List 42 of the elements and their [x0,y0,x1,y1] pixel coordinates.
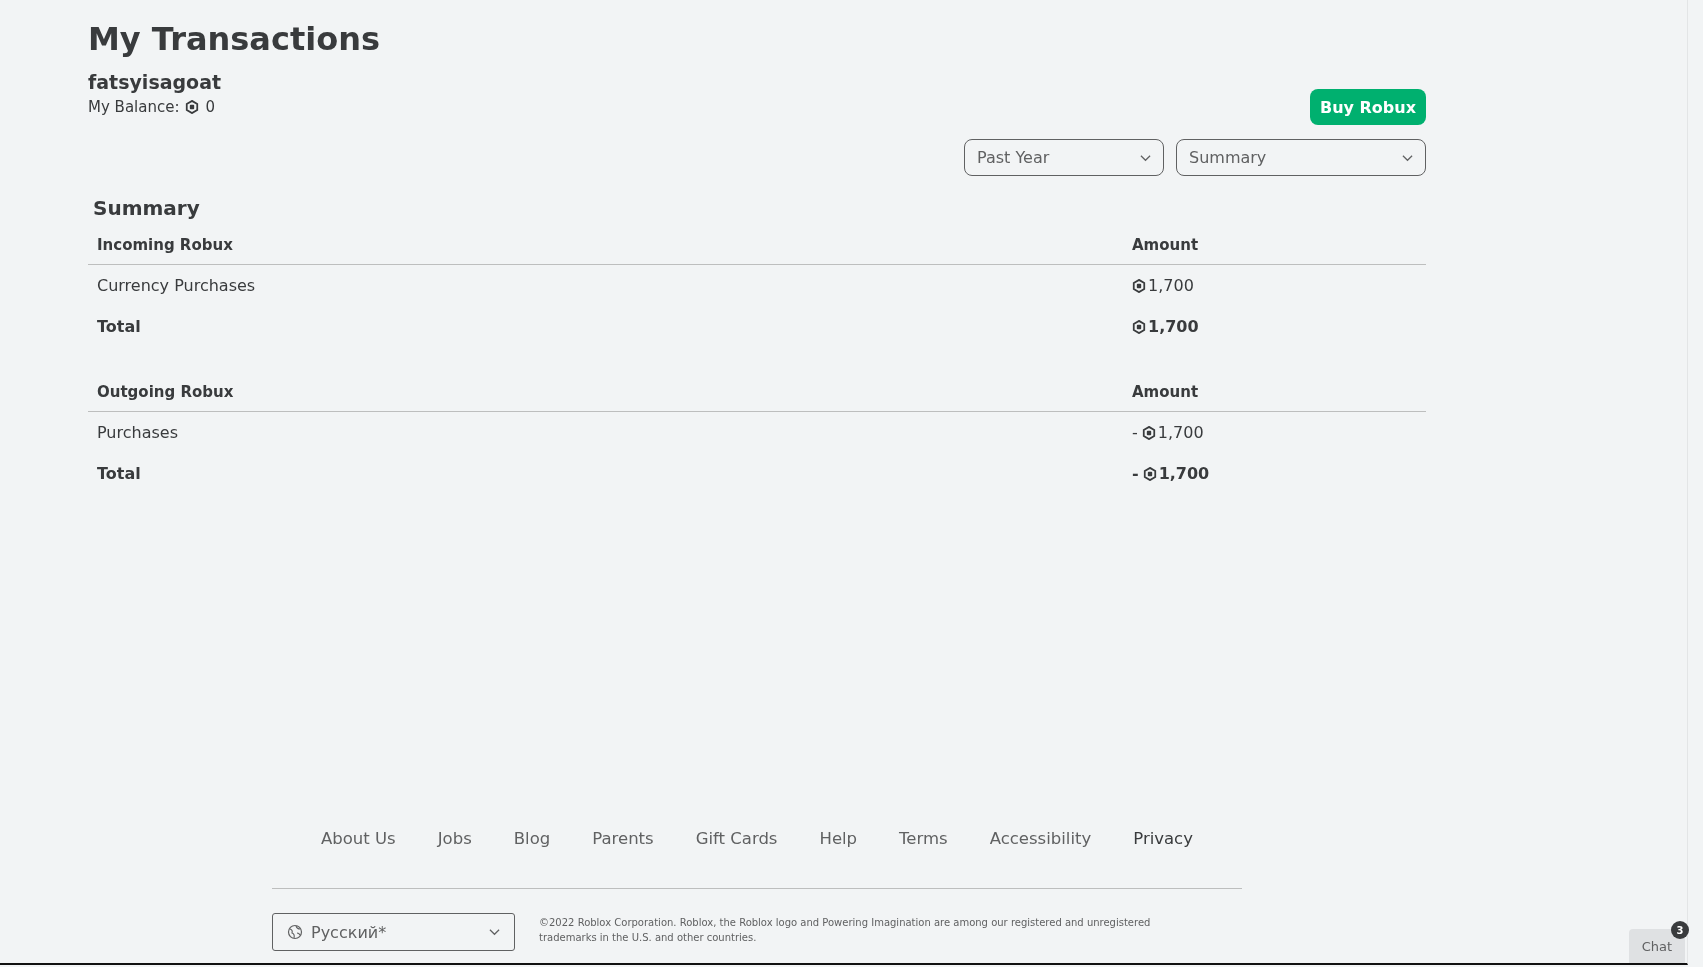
footer-link[interactable]: Blog [513,829,551,848]
minus-sign: - [1132,423,1138,442]
column-header: Incoming Robux [97,236,234,254]
robux-icon [185,100,200,114]
chevron-down-icon [489,928,500,936]
robux-icon [1142,466,1157,481]
copyright-text: ©2022 Roblox Corporation. Roblox, the Roblox logo and Powering Imagination are among our registered and unregistered trademarks in the U.S. and other countries. [539,916,1152,945]
minus-sign: - [1132,464,1139,483]
table-cell-text: Currency Purchases [97,276,257,295]
language-dropdown[interactable]: Русский* [272,913,515,951]
chevron-down-icon [1402,153,1413,162]
column-header: Amount [1132,236,1200,254]
amount-value: 1,700 [1158,464,1210,483]
amount-value: 1,700 [1148,276,1194,295]
footer-link[interactable]: Privacy [1133,829,1193,848]
column-header: Amount [1132,383,1200,401]
amount-value: 1,700 [1157,423,1204,442]
balance-value: 0 [205,98,215,116]
globe-icon [287,924,303,940]
robux-icon [1141,425,1156,440]
footer-link[interactable]: Terms [899,829,948,848]
footer-link[interactable]: Parents [592,829,654,848]
amount-value: 1,700 [1148,317,1199,336]
filter-dropdown[interactable]: Summary [1176,139,1426,176]
table-cell-text: Total [97,317,142,336]
table-cell-text: Purchases [97,423,179,442]
table-cell-text: Total [97,464,142,483]
footer-link[interactable]: Accessibility [989,829,1092,848]
robux-icon [1132,278,1146,293]
footer-link[interactable]: Jobs [437,829,472,848]
footer-link[interactable]: Help [819,829,858,848]
chevron-down-icon [1140,153,1151,162]
filter-dropdown[interactable]: Past Year [964,139,1164,176]
page-title: My Transactions [88,19,381,60]
column-header: Outgoing Robux [97,383,235,401]
footer-link[interactable]: Gift Cards [695,829,778,848]
chat-badge: 3 [1671,921,1689,939]
summary-heading: Summary [93,195,201,222]
footer-link[interactable]: About Us [321,829,396,848]
username: fatsyisagoat [88,70,223,94]
robux-icon [1132,319,1146,334]
balance-label: My Balance: [88,98,180,116]
